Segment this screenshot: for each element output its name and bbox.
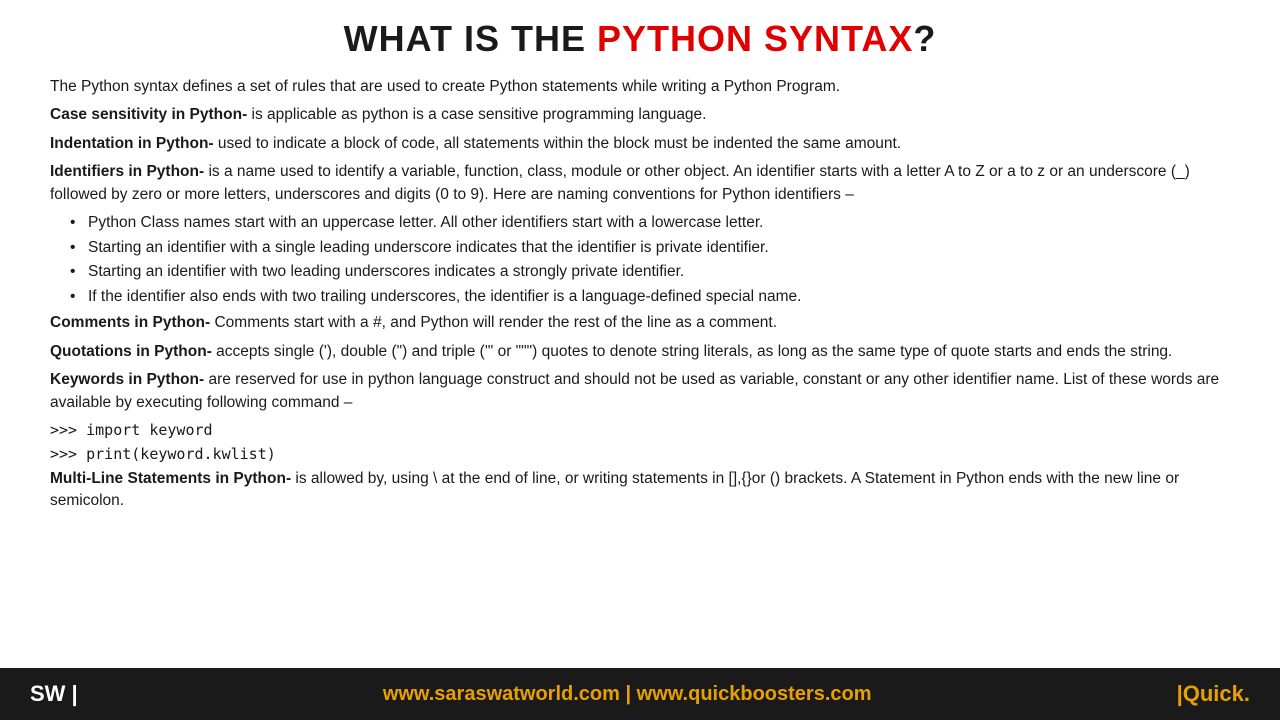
list-item: Python Class names start with an upperca… [70, 212, 1230, 234]
code-line-1: >>> import keyword [50, 420, 1230, 442]
identifiers-term: Identifiers in Python- [50, 163, 204, 180]
keywords-term: Keywords in Python- [50, 371, 204, 388]
comments-term: Comments in Python- [50, 314, 210, 331]
quotations-paragraph: Quotations in Python- accepts single (')… [50, 341, 1230, 363]
footer-right: |Quick. [1177, 681, 1250, 707]
content-body: The Python syntax defines a set of rules… [50, 76, 1230, 513]
identifiers-text: is a name used to identify a variable, f… [50, 163, 1190, 202]
indentation-term: Indentation in Python- [50, 135, 214, 152]
keywords-text: are reserved for use in python language … [50, 371, 1219, 410]
footer-center: www.saraswatworld.com | www.quickbooster… [383, 683, 872, 706]
comments-paragraph: Comments in Python- Comments start with … [50, 312, 1230, 334]
title-suffix: ? [913, 18, 936, 59]
comments-text: Comments start with a #, and Python will… [210, 314, 777, 331]
footer-left: SW | [30, 681, 78, 707]
case-sensitivity-paragraph: Case sensitivity in Python- is applicabl… [50, 104, 1230, 126]
multiline-paragraph: Multi-Line Statements in Python- is allo… [50, 468, 1230, 513]
intro-text: The Python syntax defines a set of rules… [50, 78, 840, 95]
title-highlight: PYTHON SYNTAX [597, 18, 913, 59]
list-item: If the identifier also ends with two tra… [70, 286, 1230, 308]
indentation-text: used to indicate a block of code, all st… [214, 135, 902, 152]
code-line-2: >>> print(keyword.kwlist) [50, 444, 1230, 466]
quotations-term: Quotations in Python- [50, 343, 212, 360]
list-item: Starting an identifier with two leading … [70, 261, 1230, 283]
list-item: Starting an identifier with a single lea… [70, 237, 1230, 259]
title-prefix: WHAT IS THE [344, 18, 597, 59]
main-content: WHAT IS THE PYTHON SYNTAX? The Python sy… [0, 0, 1280, 668]
intro-paragraph: The Python syntax defines a set of rules… [50, 76, 1230, 98]
indentation-paragraph: Indentation in Python- used to indicate … [50, 133, 1230, 155]
case-sensitivity-text: is applicable as python is a case sensit… [247, 106, 706, 123]
footer: SW | www.saraswatworld.com | www.quickbo… [0, 668, 1280, 720]
multiline-term: Multi-Line Statements in Python- [50, 470, 291, 487]
case-sensitivity-term: Case sensitivity in Python- [50, 106, 247, 123]
page-title: WHAT IS THE PYTHON SYNTAX? [50, 18, 1230, 60]
bullet-list: Python Class names start with an upperca… [50, 212, 1230, 308]
keywords-paragraph: Keywords in Python- are reserved for use… [50, 369, 1230, 414]
identifiers-paragraph: Identifiers in Python- is a name used to… [50, 161, 1230, 206]
quotations-text: accepts single ('), double (") and tripl… [212, 343, 1173, 360]
